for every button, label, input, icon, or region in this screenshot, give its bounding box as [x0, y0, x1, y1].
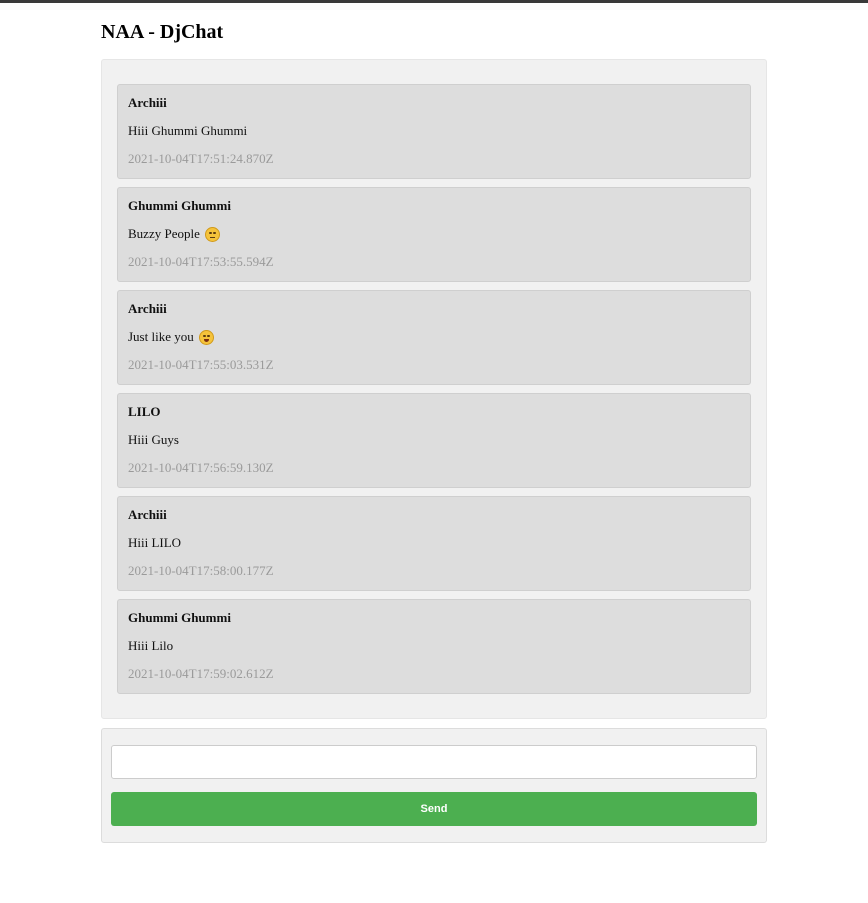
message-username: LILO: [128, 404, 161, 419]
laughing-face-icon: [198, 329, 214, 345]
message-timestamp: 2021-10-04T17:59:02.612Z: [128, 666, 274, 681]
composer-panel: Send: [101, 728, 767, 843]
message-text: Just like you: [128, 329, 194, 344]
message-timestamp: 2021-10-04T17:56:59.130Z: [128, 460, 274, 475]
message-text-row: Just like you: [128, 328, 740, 346]
message-timestamp: 2021-10-04T17:58:00.177Z: [128, 563, 274, 578]
message-item: Archiii Hiii LILO 2021-10-04T17:58:00.17…: [117, 496, 751, 591]
message-item: Ghummi Ghummi Buzzy People 2021-10-04T17…: [117, 187, 751, 282]
message-text: Hiii LILO: [128, 535, 182, 550]
message-item: Archiii Just like you 2021-10-04T17:55:0…: [117, 290, 751, 385]
message-username: Archiii: [128, 301, 167, 316]
message-text-row: Hiii Guys: [128, 431, 740, 449]
message-timestamp: 2021-10-04T17:51:24.870Z: [128, 151, 274, 166]
message-text-row: Buzzy People: [128, 225, 740, 243]
message-text: Buzzy People: [128, 226, 200, 241]
unamused-face-icon: [204, 226, 220, 242]
message-username: Archiii: [128, 507, 167, 522]
chat-container: NAA - DjChat Archiii Hiii Ghummi Ghummi …: [101, 3, 767, 843]
message-item: LILO Hiii Guys 2021-10-04T17:56:59.130Z: [117, 393, 751, 488]
message-timestamp: 2021-10-04T17:55:03.531Z: [128, 357, 274, 372]
message-text-row: Hiii Lilo: [128, 637, 740, 655]
message-timestamp: 2021-10-04T17:53:55.594Z: [128, 254, 274, 269]
message-username: Ghummi Ghummi: [128, 198, 231, 213]
message-username: Ghummi Ghummi: [128, 610, 231, 625]
message-text: Hiii Ghummi Ghummi: [128, 123, 248, 138]
message-username: Archiii: [128, 95, 167, 110]
message-text-row: Hiii LILO: [128, 534, 740, 552]
messages-panel: Archiii Hiii Ghummi Ghummi 2021-10-04T17…: [101, 59, 767, 719]
message-item: Ghummi Ghummi Hiii Lilo 2021-10-04T17:59…: [117, 599, 751, 694]
send-button[interactable]: Send: [111, 792, 757, 826]
message-text: Hiii Guys: [128, 432, 179, 447]
message-item: Archiii Hiii Ghummi Ghummi 2021-10-04T17…: [117, 84, 751, 179]
message-input[interactable]: [111, 745, 757, 779]
page-title: NAA - DjChat: [101, 21, 224, 43]
message-text-row: Hiii Ghummi Ghummi: [128, 122, 740, 140]
message-text: Hiii Lilo: [128, 638, 174, 653]
